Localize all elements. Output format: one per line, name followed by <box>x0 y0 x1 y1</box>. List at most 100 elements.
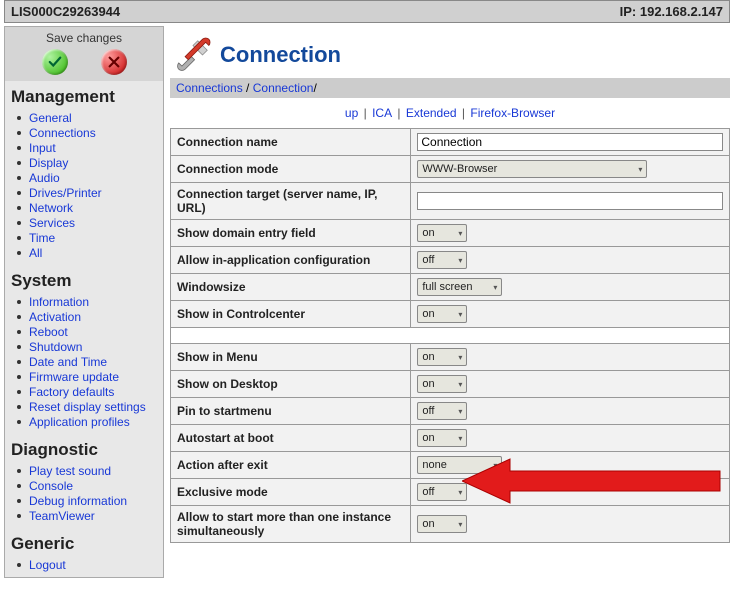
chevron-down-icon: ▾ <box>458 434 462 443</box>
sidebar-link-reboot[interactable]: Reboot <box>29 325 68 339</box>
sidebar-link-debug-information[interactable]: Debug information <box>29 494 127 508</box>
hostname: LIS000C29263944 <box>11 4 120 19</box>
save-changes-box: Save changes <box>5 27 163 81</box>
sidebar-link-display[interactable]: Display <box>29 156 68 170</box>
sidebar-link-network[interactable]: Network <box>29 201 73 215</box>
select-dropdown[interactable]: on▾ <box>417 429 467 447</box>
sidebar-link-connections[interactable]: Connections <box>29 126 96 140</box>
field-value-cell: on▾ <box>411 220 730 247</box>
sidebar-item-activation: Activation <box>29 310 159 325</box>
breadcrumb-trail: / <box>313 81 316 95</box>
sidebar-link-all[interactable]: All <box>29 246 42 260</box>
sidebar-link-input[interactable]: Input <box>29 141 56 155</box>
viewport-scroll[interactable]: LIS000C29263944 IP: 192.168.2.147 Save c… <box>0 0 734 600</box>
sidebar-item-firmware-update: Firmware update <box>29 370 159 385</box>
sidebar-link-services[interactable]: Services <box>29 216 75 230</box>
select-dropdown[interactable]: on▾ <box>417 224 467 242</box>
breadcrumb: Connections / Connection/ <box>170 78 730 98</box>
select-dropdown[interactable]: full screen▾ <box>417 278 502 296</box>
nav-management: Management GeneralConnectionsInputDispla… <box>5 81 163 265</box>
sidebar-link-activation[interactable]: Activation <box>29 310 81 324</box>
sidebar-item-audio: Audio <box>29 171 159 186</box>
sidebar-item-play-test-sound: Play test sound <box>29 464 159 479</box>
field-label: Show domain entry field <box>171 220 411 247</box>
sidebar-link-date-and-time[interactable]: Date and Time <box>29 355 107 369</box>
text-input[interactable] <box>417 192 723 210</box>
table-row: Exclusive modeoff▾ <box>171 479 730 506</box>
sidebar-item-date-and-time: Date and Time <box>29 355 159 370</box>
sublink-firefox[interactable]: Firefox-Browser <box>470 106 555 120</box>
select-dropdown[interactable]: WWW-Browser▾ <box>417 160 647 178</box>
field-value-cell: none▾ <box>411 452 730 479</box>
sidebar-link-time[interactable]: Time <box>29 231 55 245</box>
nav-generic: Generic Logout <box>5 528 163 577</box>
sidebar-link-teamviewer[interactable]: TeamViewer <box>29 509 95 523</box>
field-value-cell <box>411 129 730 156</box>
field-label: Show in Menu <box>171 344 411 371</box>
sidebar-link-general[interactable]: General <box>29 111 72 125</box>
select-dropdown[interactable]: off▾ <box>417 483 467 501</box>
nav-diagnostic: Diagnostic Play test soundConsoleDebug i… <box>5 434 163 528</box>
select-dropdown[interactable]: on ▾ <box>417 375 467 393</box>
breadcrumb-connection[interactable]: Connection <box>253 81 314 95</box>
select-value: off <box>422 254 434 266</box>
table-row: Pin to startmenuoff▾ <box>171 398 730 425</box>
select-value: off <box>422 486 434 498</box>
select-value: none <box>422 459 446 471</box>
sidebar-link-audio[interactable]: Audio <box>29 171 60 185</box>
text-input[interactable] <box>417 133 723 151</box>
sidebar-link-factory-defaults[interactable]: Factory defaults <box>29 385 114 399</box>
sidebar: Save changes Management GeneralConnectio… <box>4 26 164 578</box>
settings-table: Connection nameConnection modeWWW-Browse… <box>170 128 730 543</box>
select-dropdown[interactable]: on▾ <box>417 348 467 366</box>
sidebar-link-drives-printer[interactable]: Drives/Printer <box>29 186 102 200</box>
nav-system: System InformationActivationRebootShutdo… <box>5 265 163 434</box>
field-label: Connection mode <box>171 156 411 183</box>
sidebar-item-console: Console <box>29 479 159 494</box>
field-label: Action after exit <box>171 452 411 479</box>
sidebar-item-services: Services <box>29 216 159 231</box>
check-icon <box>48 55 62 69</box>
table-row: Connection target (server name, IP, URL) <box>171 183 730 220</box>
sidebar-item-shutdown: Shutdown <box>29 340 159 355</box>
sublink-extended[interactable]: Extended <box>406 106 457 120</box>
save-ok-button[interactable] <box>42 49 68 75</box>
ip-label: IP: <box>620 4 637 19</box>
sidebar-link-application-profiles[interactable]: Application profiles <box>29 415 130 429</box>
select-dropdown[interactable]: off▾ <box>417 402 467 420</box>
select-value: on <box>422 378 434 390</box>
save-changes-label: Save changes <box>5 31 163 45</box>
select-dropdown[interactable]: off ▾ <box>417 251 467 269</box>
sublink-up[interactable]: up <box>345 106 358 120</box>
sidebar-item-information: Information <box>29 295 159 310</box>
table-row: Show in Controlcenteron▾ <box>171 301 730 328</box>
field-value-cell <box>411 183 730 220</box>
form-spacer <box>171 328 730 344</box>
sidebar-link-logout[interactable]: Logout <box>29 558 66 572</box>
top-bar: LIS000C29263944 IP: 192.168.2.147 <box>4 0 730 23</box>
sidebar-link-reset-display-settings[interactable]: Reset display settings <box>29 400 146 414</box>
select-value: off <box>422 405 434 417</box>
chevron-down-icon: ▾ <box>638 165 642 174</box>
chevron-down-icon: ▾ <box>458 380 462 389</box>
sidebar-link-shutdown[interactable]: Shutdown <box>29 340 82 354</box>
field-value-cell: on▾ <box>411 301 730 328</box>
sidebar-item-all: All <box>29 246 159 261</box>
field-value-cell: full screen▾ <box>411 274 730 301</box>
table-row: Windowsizefull screen▾ <box>171 274 730 301</box>
select-value: full screen <box>422 281 472 293</box>
breadcrumb-connections[interactable]: Connections <box>176 81 243 95</box>
sidebar-item-connections: Connections <box>29 126 159 141</box>
sublink-ica[interactable]: ICA <box>372 106 392 120</box>
sidebar-link-firmware-update[interactable]: Firmware update <box>29 370 119 384</box>
sidebar-link-information[interactable]: Information <box>29 295 89 309</box>
select-dropdown[interactable]: on▾ <box>417 515 467 533</box>
save-cancel-button[interactable] <box>101 49 127 75</box>
tools-icon <box>174 36 212 74</box>
table-row: Allow to start more than one instance si… <box>171 506 730 543</box>
sidebar-link-play-test-sound[interactable]: Play test sound <box>29 464 111 478</box>
select-dropdown[interactable]: none▾ <box>417 456 502 474</box>
select-dropdown[interactable]: on▾ <box>417 305 467 323</box>
chevron-down-icon: ▾ <box>458 256 462 265</box>
sidebar-link-console[interactable]: Console <box>29 479 73 493</box>
